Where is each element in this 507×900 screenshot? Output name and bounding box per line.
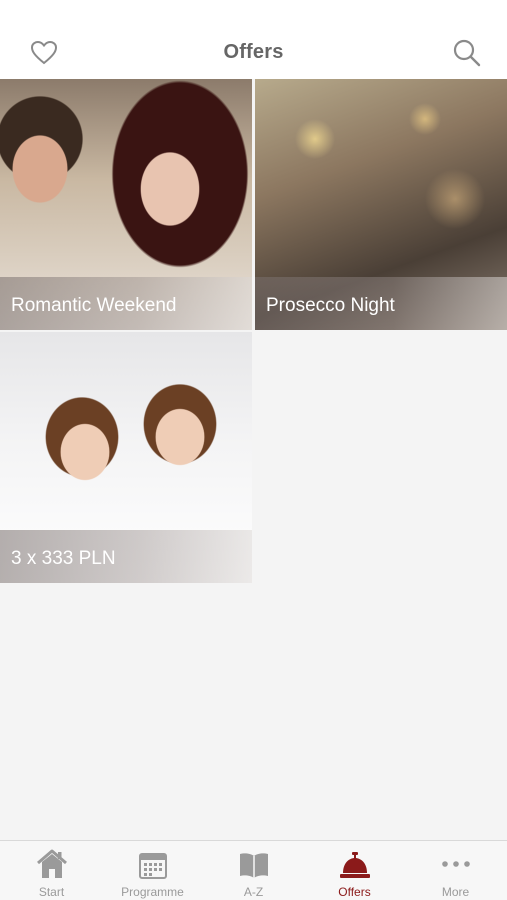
offer-title: Romantic Weekend bbox=[0, 277, 252, 330]
search-button[interactable] bbox=[452, 38, 482, 68]
book-icon bbox=[239, 853, 268, 878]
service-bell-icon bbox=[339, 852, 370, 878]
tab-label: More bbox=[441, 885, 470, 899]
offer-tile-romantic-weekend[interactable]: Romantic Weekend bbox=[0, 79, 252, 330]
offer-title: Prosecco Night bbox=[255, 277, 507, 330]
more-dots-icon bbox=[441, 861, 470, 867]
offer-tile-prosecco-night[interactable]: Prosecco Night bbox=[255, 79, 507, 330]
tab-a-z[interactable]: A-Z bbox=[203, 841, 304, 900]
tab-label: Offers bbox=[338, 885, 371, 899]
offer-title: 3 x 333 PLN bbox=[0, 530, 252, 583]
tab-start[interactable]: Start bbox=[1, 841, 102, 900]
tab-more[interactable]: More bbox=[405, 841, 506, 900]
tab-offers[interactable]: Offers bbox=[304, 841, 405, 900]
home-icon bbox=[36, 849, 67, 878]
page-title: Offers bbox=[223, 41, 284, 63]
calendar-icon bbox=[138, 853, 167, 879]
offers-screen: Offers Romantic Weekend Prosecco Night 3… bbox=[0, 0, 507, 900]
tab-bar: Start Programme A-Z Offers More bbox=[0, 840, 507, 900]
tab-label: A-Z bbox=[243, 885, 264, 899]
search-icon bbox=[453, 39, 481, 67]
tab-label: Programme bbox=[121, 885, 184, 899]
tab-programme[interactable]: Programme bbox=[102, 841, 203, 900]
tab-label: Start bbox=[38, 885, 65, 899]
offer-tile-3x333[interactable]: 3 x 333 PLN bbox=[0, 332, 252, 583]
header-bar: Offers bbox=[0, 0, 507, 79]
